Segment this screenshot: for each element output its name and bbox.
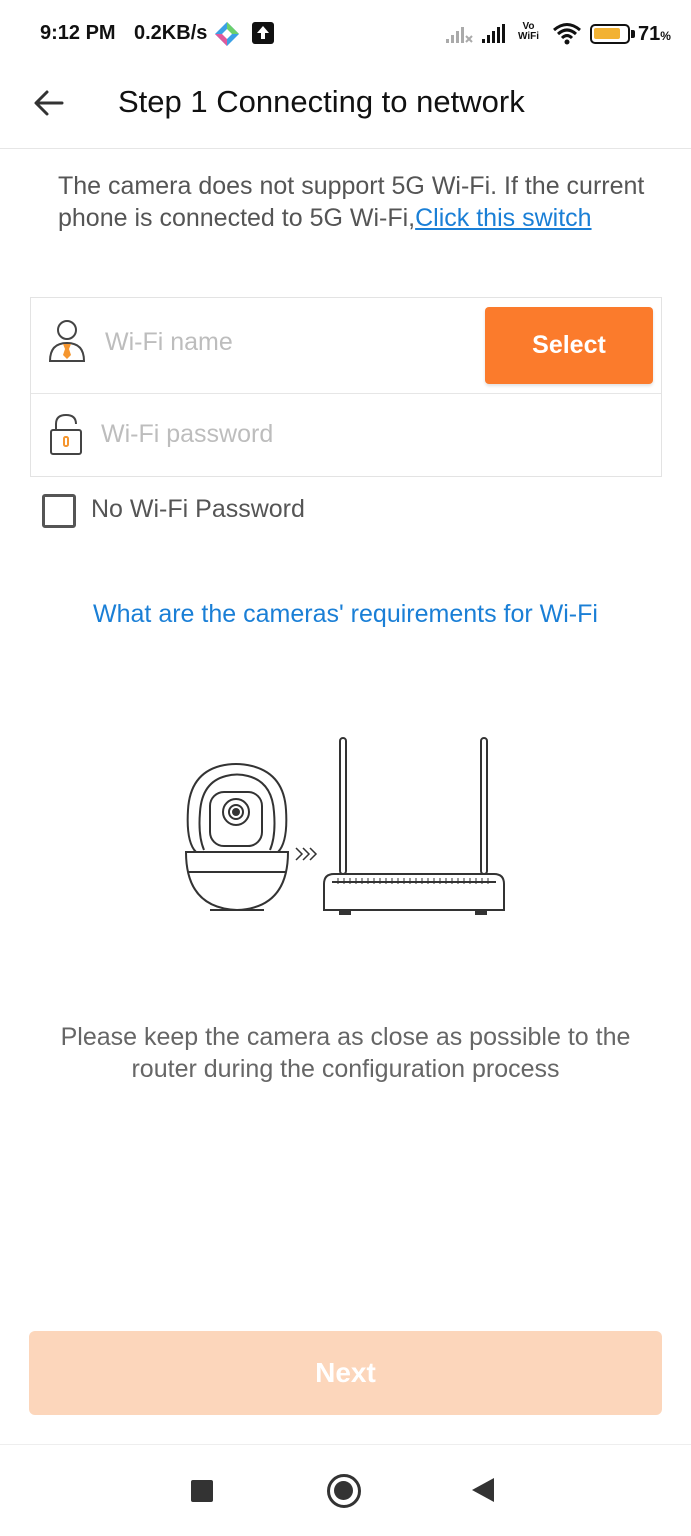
camera-icon [184,763,290,912]
wifi-password-row [31,394,661,476]
header: Step 1 Connecting to network [0,66,691,149]
signal-sim1-icon [446,24,474,49]
upload-notification-icon [252,22,274,44]
arrow-left-icon[interactable] [32,86,66,120]
wifi-name-input[interactable] [105,324,475,360]
wifi-password-input[interactable] [101,416,521,452]
page-title: Step 1 Connecting to network [118,84,525,119]
app-notification-icon [214,21,240,47]
battery-percent-value: 71 [638,23,661,45]
select-wifi-button[interactable]: Select [485,307,653,384]
5g-notice: The camera does not support 5G Wi-Fi. If… [58,170,648,234]
home-icon[interactable] [327,1474,361,1508]
camera-router-illustration [180,732,520,922]
status-time: 9:12 PM [40,22,116,44]
vowifi-bottom: WiFi [518,31,540,42]
battery-percent-unit: % [660,29,671,43]
next-button[interactable]: Next [29,1331,662,1415]
placement-tip: Please keep the camera as close as possi… [60,1023,631,1083]
back-triangle-icon[interactable] [472,1478,494,1502]
user-icon [47,318,87,364]
switch-wifi-link[interactable]: Click this switch [415,204,591,232]
system-nav-bar [0,1444,691,1536]
battery-percent: 71% [638,23,671,46]
wifi-icon [552,22,582,51]
arrows-icon [295,847,318,861]
wifi-name-row: Select [31,298,661,394]
network-speed: 0.2KB/s [134,22,208,44]
battery-icon [590,24,635,44]
wifi-requirements-link[interactable]: What are the cameras' requirements for W… [0,600,691,629]
status-bar: 9:12 PM 0.2KB/s Vo WiFi 71% [0,0,691,66]
no-password-checkbox[interactable] [42,494,76,528]
wifi-form: Select [30,297,662,477]
no-password-label[interactable]: No Wi-Fi Password [91,495,305,524]
router-icon [323,737,505,915]
vowifi-icon: Vo WiFi [518,22,539,42]
recent-apps-icon[interactable] [191,1480,213,1502]
signal-sim2-icon [482,24,510,49]
battery-fill [594,28,620,39]
lock-icon [49,412,83,456]
